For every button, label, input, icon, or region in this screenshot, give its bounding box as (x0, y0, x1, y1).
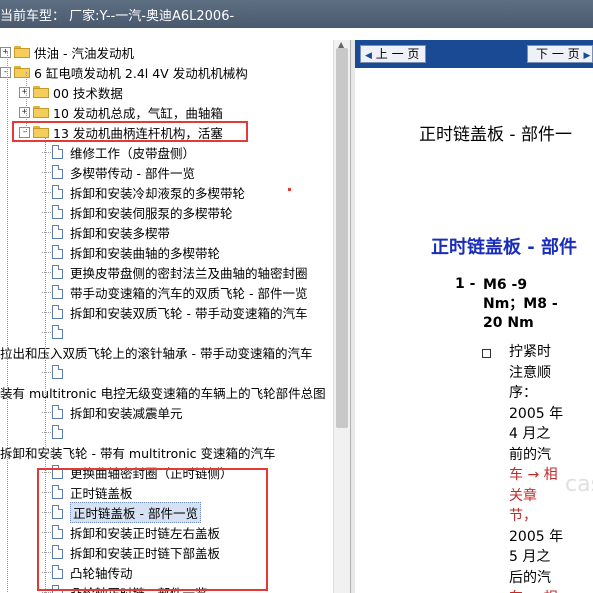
tree-item-label: 供油 - 汽油发动机 (34, 45, 134, 61)
tree-item-label: 拆卸和安装减震单元 (70, 405, 183, 421)
tree-doc-item[interactable] (52, 422, 70, 442)
highlight-box-section-13 (12, 121, 248, 142)
document-icon (52, 165, 63, 179)
tree-item-label: 拆卸和安装飞轮 - 带有 multitronic 变速箱的汽车 (0, 445, 276, 461)
tree-item-label: 6 缸电喷发动机 2.4l 4V 发动机机械构 (34, 65, 248, 81)
expand-icon[interactable]: + (19, 107, 30, 118)
tree-doc-item[interactable]: 拆卸和安装双质飞轮 - 带手动变速箱的汽车 (52, 302, 307, 322)
tree-doc-item[interactable]: 带手动变速箱的汽车的双质飞轮 - 部件一览 (52, 282, 307, 302)
instruction-line: 序： (509, 385, 537, 401)
prev-page-label: 上 一 页 (375, 47, 420, 61)
document-icon (52, 205, 63, 219)
tree-doc-item[interactable]: 装有 multitronic 电控无级变速箱的车辆上的飞轮部件总图 (0, 382, 326, 402)
instruction-line: 4 月之 (509, 426, 551, 442)
folder-icon (33, 86, 49, 98)
instruction-text: 拧紧时 注意顺 序： 2005 年4 月之 前的汽车 → 相关章 节， 2005 年5 月之… (509, 342, 593, 593)
document-icon (52, 245, 63, 259)
watermark: cas (565, 472, 593, 497)
arrow-right-icon: ▶ (583, 51, 591, 61)
torque-spec: M6 -9 Nm；M8 - 20 Nm (483, 276, 593, 333)
document-icon (52, 265, 63, 279)
tree-doc-item[interactable]: 拆卸和安装冷却液泵的多楔带轮 (52, 182, 245, 202)
highlight-box-cover-items (37, 468, 268, 591)
tree-folder-item[interactable]: 10 发动机总成，气缸，曲轴箱 (33, 102, 223, 122)
tree-item-label: 维修工作（皮带盘侧） (70, 145, 196, 161)
document-icon (52, 325, 63, 339)
title-bar: 当前车型： 厂家:Y--一汽-奥迪A6L2006- (0, 0, 593, 28)
document-icon (52, 225, 63, 239)
red-marker (288, 188, 291, 191)
page-nav-bar: ◀ 上 一 页 下 一 页 ▶ (355, 40, 593, 68)
tree-doc-item[interactable]: 维修工作（皮带盘侧） (52, 142, 195, 162)
step-number: 1 - (455, 276, 476, 292)
tree-item-label: 00 技术数据 (53, 85, 123, 101)
tree-doc-item[interactable]: 更换皮带盘侧的密封法兰及曲轴的轴密封圈 (52, 262, 308, 282)
document-icon (52, 285, 63, 299)
tree-item-label: 拆卸和安装伺服泵的多楔带轮 (70, 205, 233, 221)
expand-icon[interactable]: + (0, 47, 11, 58)
next-page-button[interactable]: 下 一 页 ▶ (527, 45, 593, 63)
folder-icon (33, 106, 49, 118)
next-page-label: 下 一 页 (536, 47, 580, 61)
tree-doc-item[interactable]: 拆卸和安装曲轴的多楔带轮 (52, 242, 220, 262)
tree-item-label: 多楔带传动 - 部件一览 (70, 165, 195, 181)
folder-icon (14, 46, 30, 58)
section-heading: 正时链盖板 - 部件 (431, 237, 578, 258)
torque-spec-line: Nm；M8 - (483, 296, 558, 312)
document-icon (52, 365, 63, 379)
tree-doc-item[interactable]: 拆卸和安装飞轮 - 带有 multitronic 变速箱的汽车 (0, 442, 276, 462)
torque-spec-line: M6 -9 (483, 277, 528, 293)
instruction-line: 前的汽 (509, 446, 551, 463)
tree-folder-item[interactable]: 6 缸电喷发动机 2.4l 4V 发动机机械构 (14, 62, 248, 82)
tree-item-label: 拆卸和安装多楔带 (70, 225, 171, 241)
content-panel: ◀ 上 一 页 下 一 页 ▶ 正时链盖板 - 部件一 正时链盖板 - 部件 1… (355, 40, 593, 593)
tree-item-label: 带手动变速箱的汽车的双质飞轮 - 部件一览 (70, 285, 308, 301)
page-title: 正时链盖板 - 部件一 (419, 125, 572, 145)
tree-folder-item[interactable]: 00 技术数据 (33, 82, 123, 102)
tree-item-label: 拉出和压入双质飞轮上的滚针轴承 - 带手动变速箱的汽车 (0, 345, 313, 361)
tree-item-label: 更换皮带盘侧的密封法兰及曲轴的轴密封圈 (70, 265, 308, 281)
torque-spec-line: 20 Nm (483, 315, 534, 331)
window-title: 当前车型： 厂家:Y--一汽-奥迪A6L2006- (0, 9, 235, 24)
instruction-line: 2005 年 (509, 528, 564, 545)
folder-icon (14, 66, 30, 78)
tree-item-label: 拆卸和安装双质飞轮 - 带手动变速箱的汽车 (70, 305, 308, 321)
tree-doc-item[interactable]: 拉出和压入双质飞轮上的滚针轴承 - 带手动变速箱的汽车 (0, 342, 312, 362)
document-icon (52, 405, 63, 419)
tree-item-label: 装有 multitronic 电控无级变速箱的车辆上的飞轮部件总图 (0, 385, 326, 401)
tree-doc-item[interactable] (52, 322, 70, 342)
tree-scrollbar[interactable]: ▲ (333, 40, 351, 593)
cross-reference-link[interactable]: 车 → 相 (509, 588, 593, 593)
topic-tree[interactable]: + 供油 - 汽油发动机 - 6 缸电喷发动机 2.4l 4V 发动机机械构 +00 技… (0, 40, 333, 593)
instruction-line: 5 月之 (509, 549, 551, 565)
collapse-icon[interactable]: - (0, 67, 11, 78)
arrow-left-icon: ◀ (365, 51, 372, 61)
document-icon (52, 425, 63, 439)
tree-doc-item[interactable]: 拆卸和安装多楔带 (52, 222, 170, 242)
document-icon (52, 145, 63, 159)
tree-doc-item[interactable] (52, 362, 70, 382)
scrollbar-thumb[interactable] (336, 48, 348, 428)
tree-item-label: 拆卸和安装曲轴的多楔带轮 (70, 245, 221, 261)
expand-icon[interactable]: + (19, 87, 30, 98)
instruction-line: 拧紧时 (509, 344, 551, 360)
prev-page-button[interactable]: ◀ 上 一 页 (360, 45, 426, 63)
cross-reference-link[interactable]: 节， (509, 506, 593, 527)
tree-doc-item[interactable]: 拆卸和安装伺服泵的多楔带轮 (52, 202, 233, 222)
bullet-square-icon (482, 349, 491, 358)
document-icon (52, 185, 63, 199)
tree-doc-item[interactable]: 拆卸和安装减震单元 (52, 402, 183, 422)
tree-item-label: 拆卸和安装冷却液泵的多楔带轮 (70, 185, 246, 201)
instruction-line: 注意顺 (509, 364, 551, 381)
instruction-line: 2005 年 (509, 405, 564, 422)
instruction-line: 后的汽 (509, 569, 551, 586)
tree-doc-item[interactable]: 多楔带传动 - 部件一览 (52, 162, 195, 182)
tree-item-label: 10 发动机总成，气缸，曲轴箱 (53, 105, 223, 121)
document-icon (52, 305, 63, 319)
tree-folder-item[interactable]: 供油 - 汽油发动机 (14, 42, 134, 62)
